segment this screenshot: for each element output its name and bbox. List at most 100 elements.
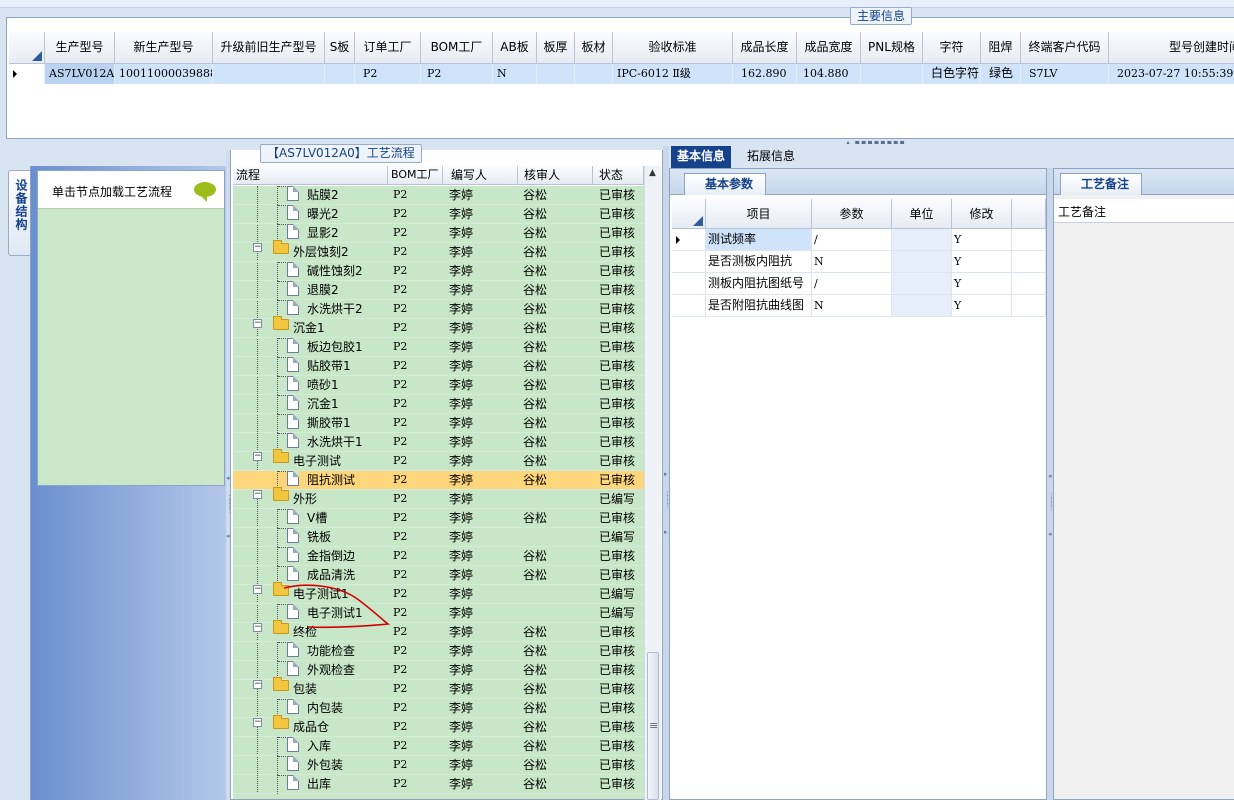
grid-cell[interactable] [325, 64, 355, 84]
grid-cell[interactable]: S7LV [1021, 64, 1109, 84]
flow-row[interactable]: 入库 P2 李婷 谷松 已审核 [233, 737, 644, 756]
flow-row[interactable]: 撕胶带1 P2 李婷 谷松 已审核 [233, 414, 644, 433]
grid-cell[interactable]: 10011000039888 [115, 64, 213, 84]
col-header[interactable]: 验收标准 [613, 32, 733, 64]
tab-basic-info[interactable]: 基本信息 [671, 146, 732, 168]
param-item-cell[interactable]: 测板内阻抗图纸号 [706, 273, 812, 295]
col-header[interactable]: 单位 [892, 199, 952, 229]
flow-row[interactable]: 外包装 P2 李婷 谷松 已审核 [233, 756, 644, 775]
expand-toggle-icon[interactable]: − [253, 452, 262, 461]
col-header[interactable]: PNL规格 [861, 32, 923, 64]
expand-toggle-icon[interactable]: − [253, 490, 262, 499]
flow-row[interactable]: 电子测试1 P2 李婷 已编写 [233, 604, 644, 623]
flow-row[interactable]: 贴胶带1 P2 李婷 谷松 已审核 [233, 357, 644, 376]
grid-cell[interactable]: AS7LV012A0 [45, 64, 115, 84]
grid-cell[interactable]: 104.880 [797, 64, 861, 84]
param-value-cell[interactable]: / [812, 273, 892, 295]
param-value-cell[interactable]: N [812, 295, 892, 317]
scroll-up-icon[interactable]: ▲ [649, 168, 656, 178]
tab-process-notes[interactable]: 工艺备注 [1060, 173, 1143, 195]
expand-toggle-icon[interactable]: − [253, 623, 262, 632]
flow-row[interactable]: 铣板 P2 李婷 已编写 [233, 528, 644, 547]
flow-row[interactable]: 内包装 P2 李婷 谷松 已审核 [233, 699, 644, 718]
param-unit-cell[interactable] [892, 295, 952, 317]
flow-row[interactable]: 金指倒边 P2 李婷 谷松 已审核 [233, 547, 644, 566]
grid-cell[interactable]: 162.890 [733, 64, 797, 84]
row-selector[interactable] [672, 295, 706, 317]
grid-cell[interactable] [575, 64, 613, 84]
col-header[interactable]: 状态 [593, 166, 644, 184]
flow-row[interactable]: − 成品仓 P2 李婷 谷松 已审核 [233, 715, 644, 737]
flow-row[interactable]: − 终检 P2 李婷 谷松 已审核 [233, 620, 644, 642]
col-header[interactable]: 板厚 [537, 32, 575, 64]
grid-cell[interactable]: N [493, 64, 537, 84]
col-header[interactable]: 板材 [575, 32, 613, 64]
col-header[interactable]: 字符 [923, 32, 981, 64]
flow-row[interactable]: 板边包胶1 P2 李婷 谷松 已审核 [233, 338, 644, 357]
grid-cell[interactable] [537, 64, 575, 84]
param-value-cell[interactable]: N [812, 251, 892, 273]
grid-cell[interactable] [213, 64, 325, 84]
flow-row[interactable]: 喷砂1 P2 李婷 谷松 已审核 [233, 376, 644, 395]
param-edit-cell[interactable]: Y [952, 273, 1012, 295]
col-header[interactable]: AB板 [493, 32, 537, 64]
flow-row[interactable]: 功能检查 P2 李婷 谷松 已审核 [233, 642, 644, 661]
grid-cell[interactable]: 绿色 [981, 64, 1021, 84]
flow-row[interactable]: − 电子测试 P2 李婷 谷松 已审核 [233, 449, 644, 471]
col-header[interactable]: 生产型号 [45, 32, 115, 64]
col-header[interactable]: 流程 [233, 166, 388, 184]
flow-row[interactable]: 水洗烘干1 P2 李婷 谷松 已审核 [233, 433, 644, 452]
col-header[interactable]: 成品长度 [733, 32, 797, 64]
grid-cell[interactable]: P2 [355, 64, 421, 84]
col-header[interactable]: 阻焊 [981, 32, 1021, 64]
row-selector[interactable] [672, 273, 706, 295]
expand-toggle-icon[interactable]: − [253, 718, 262, 727]
col-header[interactable]: 参数 [812, 199, 892, 229]
tab-equipment-structure[interactable]: 设备结构 [8, 170, 30, 256]
param-edit-cell[interactable]: Y [952, 251, 1012, 273]
row-selector[interactable] [672, 251, 706, 273]
grid-cell[interactable]: 白色字符 [923, 64, 981, 84]
flow-row[interactable]: − 外形 P2 李婷 已编写 [233, 487, 644, 509]
expand-toggle-icon[interactable]: − [253, 585, 262, 594]
flow-row[interactable]: − 沉金1 P2 李婷 谷松 已审核 [233, 316, 644, 338]
flow-scrollbar[interactable]: ▲ [644, 166, 661, 800]
col-header[interactable]: BOM工厂 [421, 32, 493, 64]
grid-cell[interactable] [861, 64, 923, 84]
param-item-cell[interactable]: 是否测板内阻抗 [706, 251, 812, 273]
row-selector[interactable] [672, 229, 706, 251]
col-header[interactable]: 项目 [706, 199, 812, 229]
flow-row[interactable]: − 包装 P2 李婷 谷松 已审核 [233, 677, 644, 699]
row-selector[interactable] [9, 64, 45, 84]
tab-extended-info[interactable]: 拓展信息 [741, 146, 801, 168]
flow-row[interactable]: 退膜2 P2 李婷 谷松 已审核 [233, 281, 644, 300]
grid-cell[interactable]: 2023-07-27 10:55:39 [1109, 64, 1234, 84]
col-header[interactable]: 修改 [952, 199, 1012, 229]
expand-toggle-icon[interactable]: − [253, 319, 262, 328]
col-header[interactable]: S板 [325, 32, 355, 64]
param-edit-cell[interactable]: Y [952, 295, 1012, 317]
expand-toggle-icon[interactable]: − [253, 243, 262, 252]
flow-row[interactable]: 显影2 P2 李婷 谷松 已审核 [233, 224, 644, 243]
flow-row[interactable]: 曝光2 P2 李婷 谷松 已审核 [233, 205, 644, 224]
param-unit-cell[interactable] [892, 251, 952, 273]
flow-row[interactable]: 贴膜2 P2 李婷 谷松 已审核 [233, 186, 644, 205]
flow-row[interactable]: 外观检查 P2 李婷 谷松 已审核 [233, 661, 644, 680]
flow-row[interactable]: 碱性蚀刻2 P2 李婷 谷松 已审核 [233, 262, 644, 281]
flow-row[interactable]: V槽 P2 李婷 谷松 已审核 [233, 509, 644, 528]
flow-row[interactable]: 沉金1 P2 李婷 谷松 已审核 [233, 395, 644, 414]
col-header[interactable]: 订单工厂 [355, 32, 421, 64]
param-item-cell[interactable]: 测试频率 [706, 229, 812, 251]
col-header[interactable]: BOM工厂 [388, 166, 443, 184]
col-header[interactable]: 成品宽度 [797, 32, 861, 64]
col-header[interactable]: 终端客户代码 [1021, 32, 1109, 64]
expand-toggle-icon[interactable]: − [253, 680, 262, 689]
flow-row[interactable]: 阻抗测试 P2 李婷 谷松 已审核 [233, 471, 644, 490]
param-item-cell[interactable]: 是否附阻抗曲线图 [706, 295, 812, 317]
flow-row[interactable]: − 电子测试1 P2 李婷 已编写 [233, 582, 644, 604]
param-unit-cell[interactable] [892, 273, 952, 295]
col-header[interactable]: 升级前旧生产型号 [213, 32, 325, 64]
col-header[interactable]: 型号创建时间 [1109, 32, 1234, 64]
flow-row[interactable]: 成品清洗 P2 李婷 谷松 已审核 [233, 566, 644, 585]
scroll-thumb[interactable] [647, 652, 659, 800]
